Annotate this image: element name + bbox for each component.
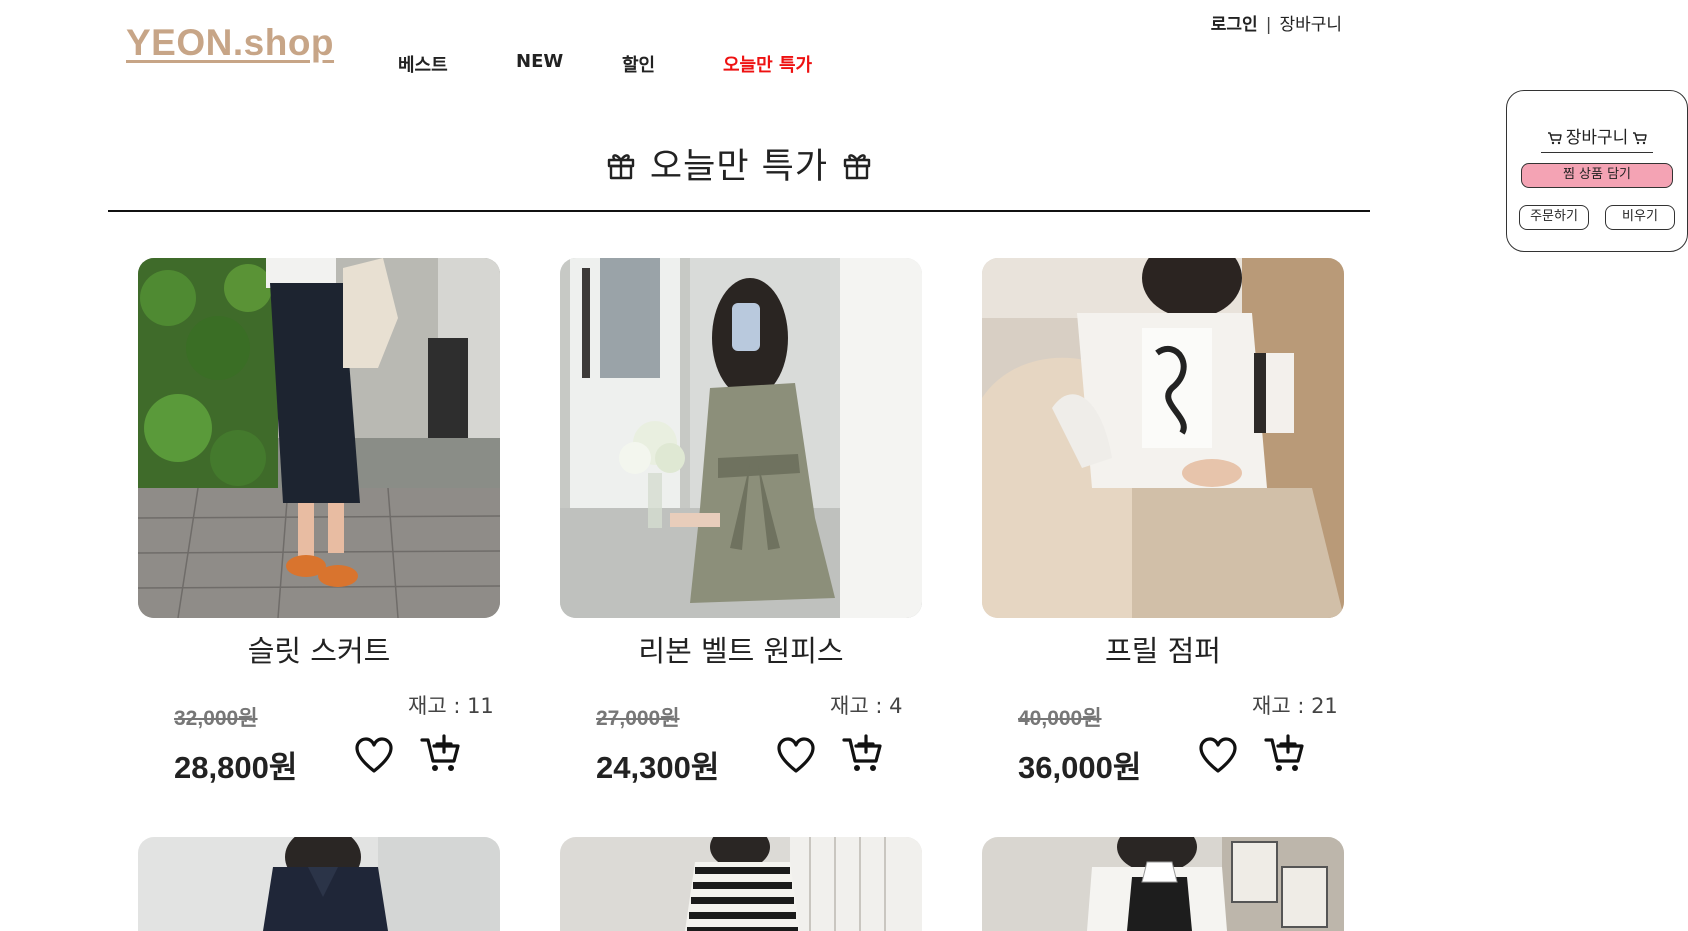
nav-item-new[interactable]: NEW	[516, 51, 563, 72]
add-wishlist-to-cart-button[interactable]: 찜 상품 담기	[1521, 163, 1673, 188]
login-link[interactable]: 로그인	[1211, 15, 1258, 35]
cart-icon	[1633, 132, 1647, 145]
clear-cart-button[interactable]: 비우기	[1605, 205, 1675, 230]
floating-cart-panel: 장바구니 찜 상품 담기 주문하기 비우기	[1506, 90, 1688, 252]
product-sale-price: 36,000원	[1018, 750, 1142, 785]
order-button[interactable]: 주문하기	[1519, 205, 1589, 230]
page-title-text: 오늘만 특가	[649, 147, 829, 187]
cart-link[interactable]: 장바구니	[1279, 15, 1342, 35]
product-original-price: 40,000원	[1018, 707, 1102, 730]
add-to-cart-icon[interactable]	[1264, 734, 1306, 774]
nav-item-today-special[interactable]: 오늘만 특가	[723, 51, 812, 77]
add-to-cart-icon[interactable]	[420, 734, 462, 774]
cart-panel-title: 장바구니	[1541, 123, 1653, 153]
gift-icon	[607, 154, 635, 180]
cart-icon	[1547, 132, 1562, 145]
product-sale-price: 24,300원	[596, 750, 720, 785]
product-image-slit-skirt[interactable]	[138, 258, 500, 618]
gift-icon	[843, 154, 871, 180]
site-logo[interactable]: YEON.shop	[126, 22, 334, 64]
product-image-ribbon-dress[interactable]	[560, 258, 922, 618]
product-name[interactable]: 프릴 점퍼	[982, 628, 1344, 670]
cart-panel-title-text: 장바구니	[1565, 128, 1629, 148]
heart-icon[interactable]	[776, 736, 816, 776]
nav-item-sale[interactable]: 할인	[622, 51, 655, 77]
product-stock: 재고 : 4	[830, 694, 903, 718]
product-image-frill-jumper[interactable]	[982, 258, 1344, 618]
top-links: 로그인 | 장바구니	[1211, 10, 1342, 35]
product-sale-price: 28,800원	[174, 750, 298, 785]
nav-item-best[interactable]: 베스트	[398, 51, 448, 77]
product-name[interactable]: 슬릿 스커트	[138, 628, 500, 670]
product-image[interactable]	[982, 837, 1344, 931]
product-original-price: 32,000원	[174, 707, 258, 730]
product-stock: 재고 : 21	[1252, 694, 1338, 718]
product-stock: 재고 : 11	[408, 694, 494, 718]
product-name[interactable]: 리본 벨트 원피스	[560, 628, 922, 670]
top-links-separator: |	[1265, 15, 1272, 35]
heart-icon[interactable]	[1198, 736, 1238, 776]
product-image[interactable]	[138, 837, 500, 931]
product-image[interactable]	[560, 837, 922, 931]
page-title: 오늘만 특가	[108, 138, 1370, 189]
product-original-price: 27,000원	[596, 707, 680, 730]
title-divider	[108, 210, 1370, 212]
heart-icon[interactable]	[354, 736, 394, 776]
add-to-cart-icon[interactable]	[842, 734, 884, 774]
